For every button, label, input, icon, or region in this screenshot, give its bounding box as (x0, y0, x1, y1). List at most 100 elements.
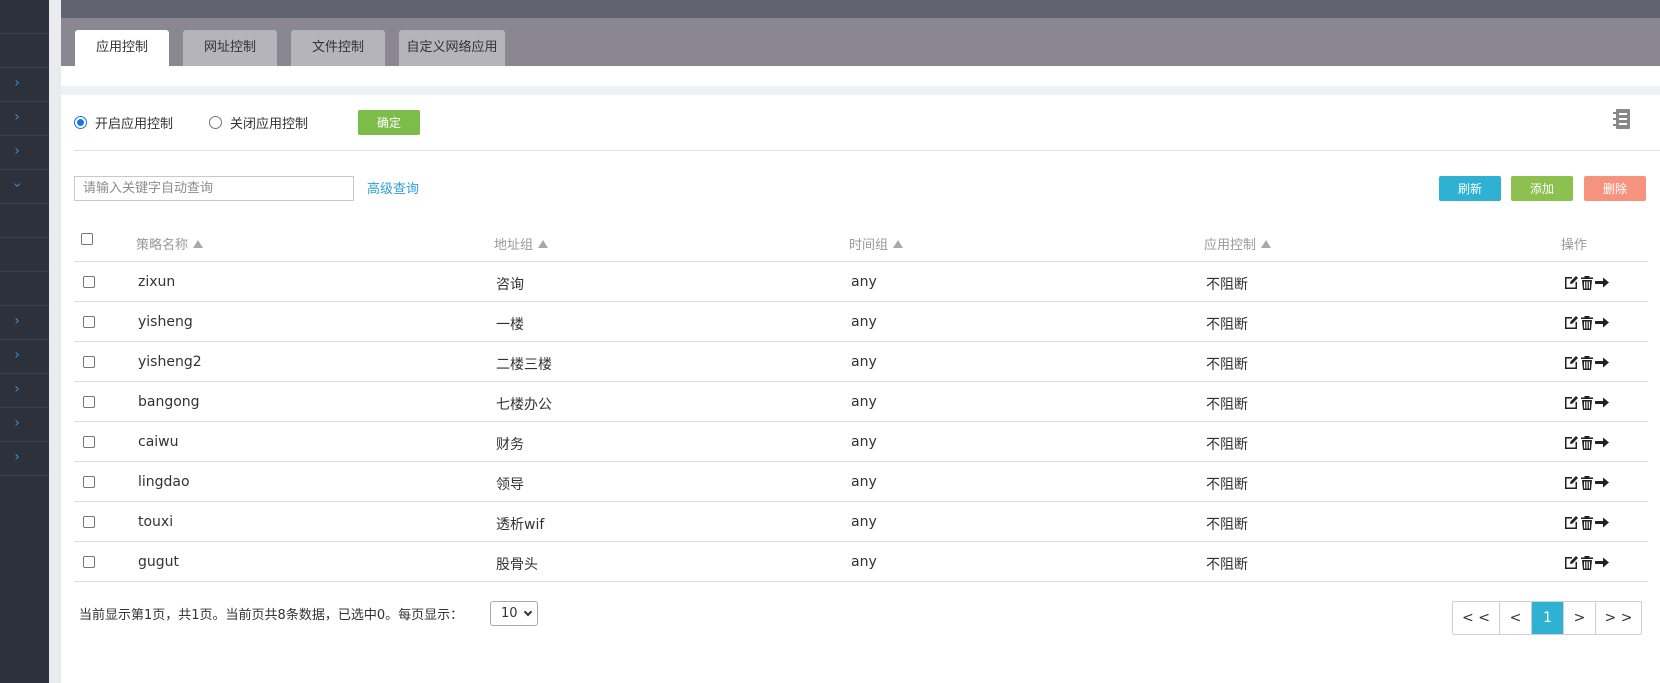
time-group: any (851, 434, 877, 450)
sidebar-subitem[interactable] (0, 272, 49, 306)
table-row[interactable]: lingdao 领导 any 不阻断 (74, 462, 1648, 502)
sort-up-icon[interactable] (893, 239, 904, 248)
edit-icon[interactable] (1564, 515, 1579, 530)
tab-file-control[interactable]: 文件控制 (291, 30, 385, 66)
row-checkbox[interactable] (83, 276, 95, 288)
edit-icon[interactable] (1564, 435, 1579, 450)
row-checkbox[interactable] (83, 316, 95, 328)
trash-icon[interactable] (1580, 475, 1594, 490)
sidebar-item-4-expanded[interactable]: › (0, 170, 49, 204)
move-arrow-icon[interactable] (1595, 275, 1609, 290)
search-input[interactable] (74, 176, 354, 201)
sidebar-item-8[interactable]: › (0, 408, 49, 442)
move-arrow-icon[interactable] (1595, 475, 1609, 490)
chevron-right-icon: › (14, 415, 20, 431)
prev-page-button[interactable]: < (1500, 602, 1532, 634)
table-row[interactable]: yisheng2 二楼三楼 any 不阻断 (74, 342, 1648, 382)
note-icon[interactable] (1613, 108, 1631, 130)
column-header-address-group[interactable]: 地址组 (494, 234, 549, 253)
table-row[interactable]: bangong 七楼办公 any 不阻断 (74, 382, 1648, 422)
trash-icon[interactable] (1580, 275, 1594, 290)
table-row[interactable]: touxi 透析wif any 不阻断 (74, 502, 1648, 542)
column-header-name[interactable]: 策略名称 (136, 234, 204, 253)
enable-radio-label[interactable]: 开启应用控制 (95, 113, 173, 132)
row-checkbox[interactable] (83, 516, 95, 528)
policy-table: 策略名称 地址组 时间组 应用控制 操作 zixun 咨询 any 不阻断 yishen… (74, 222, 1648, 582)
sidebar-item-6[interactable]: › (0, 340, 49, 374)
sort-up-icon[interactable] (538, 239, 549, 248)
delete-button[interactable]: 删除 (1584, 176, 1646, 201)
address-group: 七楼办公 (496, 397, 552, 413)
select-all-checkbox[interactable] (81, 233, 93, 245)
column-header-app-control[interactable]: 应用控制 (1204, 234, 1272, 253)
sidebar-item-2[interactable]: › (0, 102, 49, 136)
sort-up-icon[interactable] (193, 239, 204, 248)
table-row[interactable]: zixun 咨询 any 不阻断 (74, 262, 1648, 302)
table-row[interactable]: gugut 股骨头 any 不阻断 (74, 542, 1648, 582)
row-checkbox[interactable] (83, 356, 95, 368)
confirm-button[interactable]: 确定 (358, 110, 420, 135)
sidebar-item-5[interactable]: › (0, 306, 49, 340)
edit-icon[interactable] (1564, 395, 1579, 410)
add-button[interactable]: 添加 (1511, 176, 1573, 201)
sort-up-icon[interactable] (1261, 239, 1272, 248)
refresh-button[interactable]: 刷新 (1439, 176, 1501, 201)
trash-icon[interactable] (1580, 315, 1594, 330)
sidebar-subitem[interactable] (0, 204, 49, 238)
first-page-button[interactable]: < < (1453, 602, 1500, 634)
page-1-button[interactable]: 1 (1532, 602, 1564, 634)
policy-name: yisheng2 (138, 354, 202, 370)
sidebar-item-3[interactable]: › (0, 136, 49, 170)
sidebar-row[interactable] (0, 34, 49, 68)
table-row[interactable]: caiwu 财务 any 不阻断 (74, 422, 1648, 462)
chevron-down-icon: › (9, 182, 25, 188)
address-group: 咨询 (496, 277, 524, 293)
edit-icon[interactable] (1564, 475, 1579, 490)
tab-custom-network-app[interactable]: 自定义网络应用 (399, 30, 505, 66)
move-arrow-icon[interactable] (1595, 355, 1609, 370)
advanced-search-link[interactable]: 高级查询 (367, 178, 419, 197)
tab-app-control[interactable]: 应用控制 (75, 30, 169, 66)
disable-radio-label[interactable]: 关闭应用控制 (230, 113, 308, 132)
row-checkbox[interactable] (83, 436, 95, 448)
per-page-select[interactable]: 10 (490, 601, 538, 626)
address-group: 财务 (496, 437, 524, 453)
table-row[interactable]: yisheng 一楼 any 不阻断 (74, 302, 1648, 342)
last-page-button[interactable]: > > (1596, 602, 1641, 634)
tab-url-control[interactable]: 网址控制 (183, 30, 277, 66)
move-arrow-icon[interactable] (1595, 395, 1609, 410)
sidebar-row[interactable] (0, 0, 49, 34)
move-arrow-icon[interactable] (1595, 515, 1609, 530)
trash-icon[interactable] (1580, 555, 1594, 570)
row-checkbox[interactable] (83, 476, 95, 488)
enable-radio[interactable] (74, 115, 87, 129)
row-actions (1564, 315, 1609, 330)
top-header-bar (61, 0, 1660, 18)
time-group: any (851, 554, 877, 570)
edit-icon[interactable] (1564, 315, 1579, 330)
next-page-button[interactable]: > (1564, 602, 1596, 634)
trash-icon[interactable] (1580, 395, 1594, 410)
disable-radio[interactable] (209, 115, 223, 129)
trash-icon[interactable] (1580, 515, 1594, 530)
trash-icon[interactable] (1580, 435, 1594, 450)
sidebar-item-9[interactable]: › (0, 442, 49, 476)
table-body: zixun 咨询 any 不阻断 yisheng 一楼 any 不阻断 yisheng2 二楼三楼… (74, 262, 1648, 582)
sidebar-item-1[interactable]: › (0, 68, 49, 102)
move-arrow-icon[interactable] (1595, 435, 1609, 450)
row-checkbox[interactable] (83, 556, 95, 568)
edit-icon[interactable] (1564, 555, 1579, 570)
column-header-time-group[interactable]: 时间组 (849, 234, 904, 253)
move-arrow-icon[interactable] (1595, 555, 1609, 570)
trash-icon[interactable] (1580, 355, 1594, 370)
move-arrow-icon[interactable] (1595, 315, 1609, 330)
edit-icon[interactable] (1564, 355, 1579, 370)
time-group: any (851, 314, 877, 330)
policy-name: gugut (138, 554, 180, 570)
chevron-down-icon (523, 607, 533, 617)
row-checkbox[interactable] (83, 396, 95, 408)
policy-name: caiwu (138, 434, 179, 450)
edit-icon[interactable] (1564, 275, 1579, 290)
sidebar-subitem[interactable] (0, 238, 49, 272)
sidebar-item-7[interactable]: › (0, 374, 49, 408)
